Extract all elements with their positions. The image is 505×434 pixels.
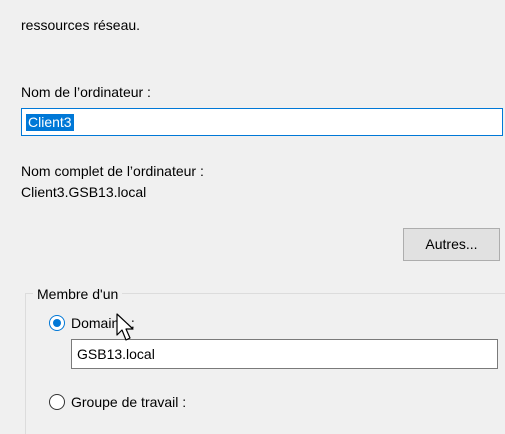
domain-input[interactable]: GSB13.local [71,339,498,369]
mouse-pointer-icon [116,313,134,341]
full-computer-name-label: Nom complet de l’ordinateur : [21,163,204,179]
computer-name-input[interactable]: Client3 [21,108,503,136]
computer-name-value: Client3 [26,114,74,131]
workgroup-label[interactable]: Groupe de travail : [71,393,186,411]
domain-value: GSB13.local [77,346,155,362]
description-text: ressources réseau. [21,17,141,33]
domain-radio[interactable] [49,315,65,331]
computer-name-label: Nom de l’ordinateur : [21,84,151,100]
workgroup-radio[interactable] [49,394,65,410]
member-of-legend: Membre d'un [33,285,123,303]
full-computer-name-value: Client3.GSB13.local [21,184,147,200]
more-button[interactable]: Autres... [403,228,500,261]
